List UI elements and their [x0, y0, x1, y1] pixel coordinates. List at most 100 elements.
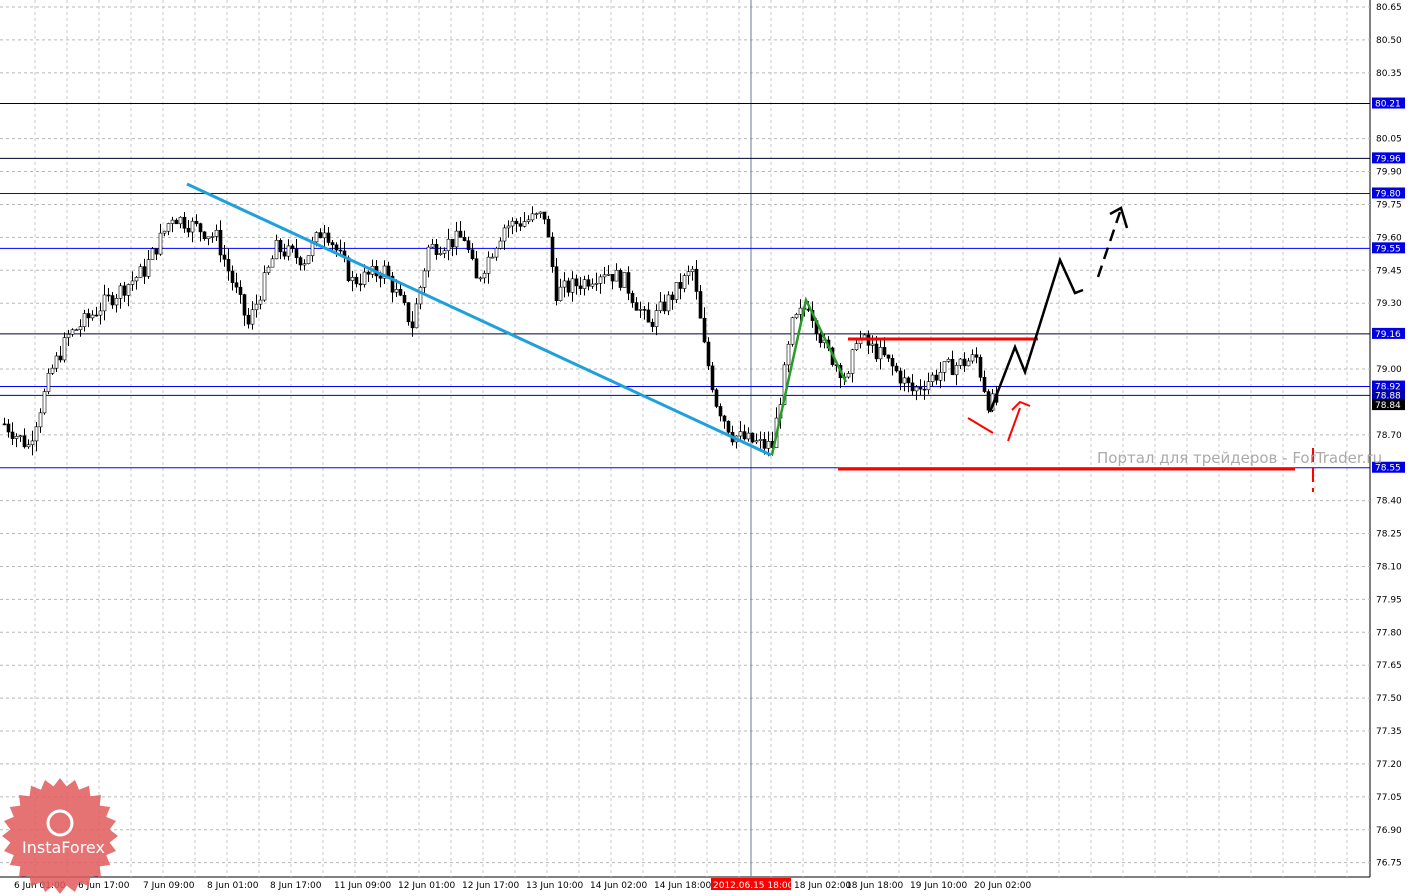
candle-body — [138, 266, 143, 278]
candle-body — [954, 365, 959, 376]
candle-body — [302, 263, 307, 266]
candle-body — [446, 238, 451, 251]
candle-body — [6, 423, 11, 433]
instaforex-logo: InstaForex — [2, 778, 118, 894]
candle-body — [878, 347, 883, 360]
level-label: 79.80 — [1375, 189, 1401, 199]
candle-body — [758, 439, 763, 441]
candle-body — [422, 270, 427, 288]
candle-body — [634, 302, 639, 311]
candle-body — [362, 271, 367, 285]
candle-body — [414, 303, 419, 329]
candle-body — [542, 211, 547, 220]
candle-body — [582, 279, 587, 289]
candle-body — [410, 321, 415, 329]
candle-body — [334, 244, 339, 251]
candle-body — [654, 310, 659, 327]
candle-body — [358, 283, 363, 286]
candle-body — [458, 230, 463, 238]
candle-body — [454, 230, 459, 248]
candle-body — [658, 301, 663, 311]
candle-body — [38, 412, 43, 428]
candle-body — [290, 245, 295, 250]
candle-body — [350, 277, 355, 281]
candle-body — [526, 219, 531, 222]
time-tick-label: 12 Jun 01:00 — [398, 881, 455, 891]
price-tick-label: 77.95 — [1376, 595, 1402, 605]
candle-body — [226, 259, 231, 272]
time-tick-label: 14 Jun 18:00 — [654, 881, 711, 891]
chart-canvas[interactable]: 80.65 80.50 80.35 80.05 79.90 79.75 79.60 79.45… — [0, 0, 1413, 896]
candle-body — [850, 349, 855, 374]
candle-body — [366, 271, 371, 275]
candle-body — [230, 270, 235, 284]
time-tick-label: 18 Jun 02:00 — [794, 881, 851, 891]
candle-body — [518, 223, 523, 227]
candle-body — [510, 220, 515, 227]
candle-body — [122, 285, 127, 296]
candle-body — [946, 359, 951, 362]
candle-body — [238, 286, 243, 295]
candle-body — [18, 435, 23, 438]
candle-body — [482, 273, 487, 279]
candle-body — [186, 227, 191, 233]
candle-body — [62, 337, 67, 361]
candle-body — [10, 431, 15, 439]
price-tick-label: 79.60 — [1376, 233, 1402, 243]
candle-body — [354, 277, 359, 285]
candle-body — [242, 294, 247, 316]
candle-body — [666, 294, 671, 312]
candle-body — [862, 334, 867, 339]
candle-body — [430, 243, 435, 248]
candle-body — [762, 439, 767, 449]
candle-body — [546, 218, 551, 238]
candle-body — [26, 444, 31, 448]
candle-body — [646, 309, 651, 323]
candle-body — [190, 220, 195, 233]
candle-body — [502, 227, 507, 242]
price-tick-label: 77.65 — [1376, 661, 1402, 671]
candle-body — [638, 309, 643, 311]
candle-body — [470, 249, 475, 260]
candle-body — [70, 329, 75, 335]
candle-body — [722, 415, 727, 422]
candle-body — [98, 310, 103, 316]
price-chart[interactable]: 80.65 80.50 80.35 80.05 79.90 79.75 79.60 79.45… — [0, 0, 1413, 896]
candle-body — [462, 237, 467, 242]
candle-body — [766, 441, 771, 449]
candle-body — [714, 389, 719, 407]
price-tick-label: 77.35 — [1376, 727, 1402, 737]
candle-body — [966, 360, 971, 367]
candle-body — [686, 271, 691, 276]
current-price-label: 78.84 — [1375, 401, 1401, 411]
candle-body — [950, 359, 955, 376]
candle-body — [42, 391, 47, 414]
candle-body — [914, 386, 919, 392]
candle-body — [50, 367, 55, 374]
candle-body — [530, 213, 535, 221]
price-tick-label: 77.80 — [1376, 628, 1402, 638]
candle-body — [870, 343, 875, 346]
candle-body — [318, 232, 323, 239]
candle-body — [550, 236, 555, 267]
candle-body — [150, 248, 155, 260]
candle-body — [738, 431, 743, 437]
price-tick-label: 80.05 — [1376, 135, 1402, 145]
candle-body — [398, 289, 403, 296]
candle-body — [346, 257, 351, 281]
candle-body — [494, 248, 499, 258]
candle-body — [938, 371, 943, 381]
candle-body — [578, 285, 583, 289]
candle-body — [918, 386, 923, 390]
candle-body — [282, 251, 287, 257]
candle-body — [702, 317, 707, 343]
candle-body — [322, 232, 327, 239]
candle-body — [22, 435, 27, 448]
price-tick-label: 77.20 — [1376, 760, 1402, 770]
candle-body — [498, 240, 503, 249]
candle-body — [394, 289, 399, 293]
candle-body — [874, 343, 879, 360]
candle-body — [606, 273, 611, 276]
level-label: 79.55 — [1375, 244, 1401, 254]
candle-body — [682, 275, 687, 289]
